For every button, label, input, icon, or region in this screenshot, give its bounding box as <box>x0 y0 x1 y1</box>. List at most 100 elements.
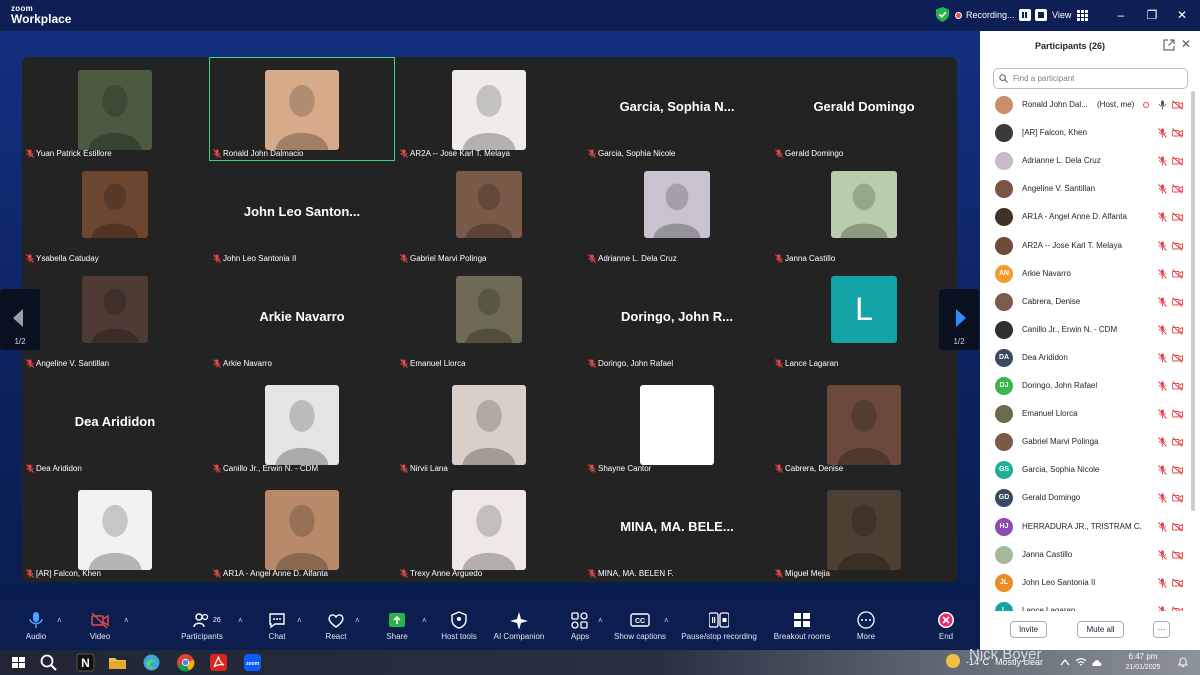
mic-muted-icon[interactable] <box>1157 156 1168 167</box>
video-tile[interactable]: Angeline V. Santillan <box>22 267 208 371</box>
view-button[interactable]: View <box>1052 6 1089 24</box>
video-off-icon[interactable] <box>1172 240 1183 251</box>
mic-muted-icon[interactable] <box>1157 212 1168 223</box>
participant-row[interactable]: Gabriel Marvi Polinga <box>980 428 1190 456</box>
notion-icon[interactable]: N <box>76 653 95 672</box>
recording-button[interactable]: Pause/stop recording <box>679 611 759 641</box>
zoom-icon[interactable]: zoom <box>243 653 262 672</box>
video-off-icon[interactable] <box>1172 465 1183 476</box>
stop-recording-button[interactable] <box>1034 9 1047 21</box>
mic-muted-icon[interactable] <box>1157 296 1168 307</box>
participant-row[interactable]: HJ HERRADURA JR., TRISTRAM C. <box>980 513 1190 541</box>
mic-muted-icon[interactable] <box>1157 381 1168 391</box>
video-tile[interactable]: MINA, MA. BELE... MINA, MA. BELEN F. <box>584 477 770 581</box>
participants-button[interactable]: Participants <box>162 611 242 641</box>
video-tile[interactable]: Janna Castillo <box>771 162 957 266</box>
video-tile[interactable]: Emanuel Llorca <box>396 267 582 371</box>
video-off-icon[interactable] <box>1172 184 1183 195</box>
video-off-icon[interactable] <box>1172 605 1183 611</box>
mic-muted-icon[interactable] <box>1157 353 1168 363</box>
mic-muted-icon[interactable] <box>1157 577 1168 588</box>
video-off-icon[interactable] <box>1172 268 1183 279</box>
video-off-icon[interactable] <box>1172 521 1183 532</box>
video-tile[interactable]: Arkie Navarro Arkie Navarro <box>209 267 395 371</box>
video-tile[interactable]: Shayne Cantor <box>584 372 770 476</box>
find-participant-input[interactable] <box>993 68 1188 89</box>
video-tile[interactable]: Nirvii Lana <box>396 372 582 476</box>
participant-row[interactable]: GS Garcia, Sophia Nicole <box>980 456 1190 484</box>
video-off-icon[interactable] <box>1172 156 1183 167</box>
video-tile[interactable]: Yuan Patrick Estillore <box>22 57 208 161</box>
participant-row[interactable]: AR2A -- Jose Karl T. Melaya <box>980 232 1190 260</box>
video-tile[interactable]: Ysabella Catuday <box>22 162 208 266</box>
video-tile[interactable]: Canillo Jr., Erwin N. - CDM <box>209 372 395 476</box>
participant-row[interactable]: Emanuel Llorca <box>980 400 1190 428</box>
video-off-icon[interactable] <box>1172 296 1183 307</box>
weather-icon[interactable] <box>946 654 960 668</box>
cloud-icon[interactable] <box>1090 657 1103 668</box>
participant-row[interactable]: L Lance Lagaran <box>980 597 1190 611</box>
video-off-icon[interactable] <box>1172 437 1183 448</box>
next-page-button[interactable]: 1/2 <box>939 289 979 350</box>
video-off-icon[interactable] <box>1172 212 1183 223</box>
close-panel-button[interactable]: ✕ <box>1181 37 1191 51</box>
participant-list-scrollbar[interactable] <box>1191 91 1195 511</box>
participant-row[interactable]: AN Arkie Navarro <box>980 260 1190 288</box>
video-tile[interactable]: John Leo Santon... John Leo Santonia II <box>209 162 395 266</box>
file-explorer-icon[interactable] <box>108 653 127 672</box>
participant-row[interactable]: Angeline V. Santillan <box>980 175 1190 203</box>
search-icon[interactable] <box>39 653 58 672</box>
video-off-icon[interactable] <box>1172 549 1183 560</box>
close-window-button[interactable]: ✕ <box>1173 6 1191 24</box>
participant-row[interactable]: Janna Castillo <box>980 541 1190 569</box>
video-tile[interactable]: Garcia, Sophia N... Garcia, Sophia Nicole <box>584 57 770 161</box>
video-tile[interactable]: Dea Arididon Dea Arididon <box>22 372 208 476</box>
security-shield-icon[interactable] <box>936 7 949 22</box>
mic-muted-icon[interactable] <box>1157 493 1168 504</box>
participant-row[interactable]: DJ Doringo, John Rafael <box>980 372 1190 400</box>
video-off-icon[interactable] <box>1172 577 1183 588</box>
mic-muted-icon[interactable] <box>1157 268 1168 279</box>
more-button[interactable]: More <box>826 611 906 641</box>
video-tile[interactable]: [AR] Falcon, Khen <box>22 477 208 581</box>
clock-date[interactable]: 21/01/2025 <box>1117 664 1169 671</box>
participant-row[interactable]: Canillo Jr., Erwin N. - CDM <box>980 316 1190 344</box>
video-off-icon[interactable] <box>1172 493 1183 504</box>
minimize-button[interactable]: – <box>1112 6 1130 24</box>
video-off-icon[interactable] <box>1172 353 1183 363</box>
pause-recording-button[interactable] <box>1018 9 1031 21</box>
restore-button[interactable]: ❐ <box>1143 6 1161 24</box>
video-tile[interactable]: Gabriel Marvi Polinga <box>396 162 582 266</box>
video-tile[interactable]: Doringo, John R... Doringo, John Rafael <box>584 267 770 371</box>
video-off-icon[interactable] <box>1172 100 1183 110</box>
video-tile[interactable]: Ronald John Dalmacio <box>209 57 395 161</box>
previous-page-button[interactable]: 1/2 <box>0 289 40 350</box>
end-button[interactable]: End <box>906 611 986 641</box>
popout-icon[interactable] <box>1163 39 1175 51</box>
mic-muted-icon[interactable] <box>1157 549 1168 560</box>
acrobat-icon[interactable] <box>209 653 228 672</box>
captions-options-caret[interactable]: ˄ <box>664 616 669 625</box>
mic-muted-icon[interactable] <box>1157 437 1168 448</box>
mic-muted-icon[interactable] <box>1157 409 1168 419</box>
chrome-icon[interactable] <box>176 653 195 672</box>
clock-time[interactable]: 6:47 pm <box>1122 652 1164 661</box>
mic-muted-icon[interactable] <box>1157 465 1168 476</box>
edge-icon[interactable] <box>142 653 161 672</box>
video-tile[interactable]: AR1A - Angel Anne D. Alfanta <box>209 477 395 581</box>
video-off-icon[interactable] <box>1172 409 1183 419</box>
participant-row[interactable]: JL John Leo Santonia II <box>980 569 1190 597</box>
mic-muted-icon[interactable] <box>1157 240 1168 251</box>
participant-row[interactable]: DA Dea Arididon <box>980 344 1190 372</box>
participant-row[interactable]: Ronald John Dal... (Host, me) <box>980 91 1190 119</box>
mic-muted-icon[interactable] <box>1157 184 1168 195</box>
mic-muted-icon[interactable] <box>1157 324 1168 335</box>
more-options-button[interactable]: ··· <box>1153 621 1170 638</box>
wifi-icon[interactable] <box>1075 657 1087 668</box>
video-tile[interactable]: Gerald Domingo Gerald Domingo <box>771 57 957 161</box>
windows-icon[interactable] <box>9 653 28 672</box>
participant-row[interactable]: GD Gerald Domingo <box>980 484 1190 512</box>
video-off-icon[interactable] <box>1172 128 1183 138</box>
chevron-up-icon[interactable] <box>1060 658 1070 666</box>
video-tile[interactable]: L Lance Lagaran <box>771 267 957 371</box>
